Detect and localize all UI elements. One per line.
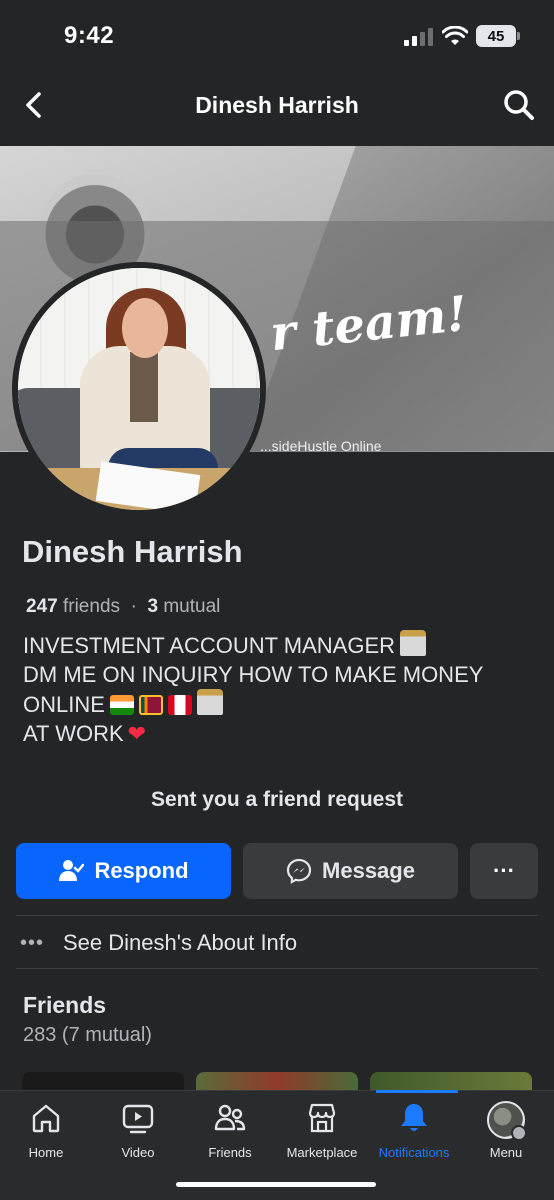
- respond-button[interactable]: Respond: [16, 843, 231, 899]
- tab-home-label: Home: [28, 1145, 64, 1160]
- avatar-photo: [18, 268, 260, 510]
- tab-video-label: Video: [121, 1145, 155, 1160]
- status-bar: 9:42 45: [0, 0, 554, 70]
- mutual-word: mutual: [163, 596, 221, 617]
- active-tab-indicator: [376, 1090, 458, 1093]
- profile-name: Dinesh Harrish: [22, 534, 243, 569]
- respond-label: Respond: [94, 858, 189, 883]
- video-icon: [122, 1104, 154, 1134]
- divider: [16, 968, 538, 969]
- friend-request-title: Sent you a friend request: [150, 788, 404, 811]
- home-icon: [32, 1104, 60, 1133]
- tab-marketplace-label: Marketplace: [286, 1145, 358, 1160]
- bio-line-4: AT WORK ❤: [23, 719, 533, 748]
- menu-avatar-icon: [487, 1101, 527, 1141]
- bio-line-3-text: ONLINE: [23, 692, 105, 717]
- avatar-shirt: [130, 352, 158, 422]
- more-options-button[interactable]: ···: [470, 843, 538, 899]
- search-icon[interactable]: [502, 88, 536, 122]
- canada-flag-icon: [167, 695, 192, 715]
- person-check-icon: [59, 860, 85, 881]
- bell-icon: [401, 1104, 427, 1131]
- message-label: Message: [322, 858, 415, 883]
- mutual-count: 3: [147, 596, 159, 617]
- sri-lanka-flag-icon: [138, 695, 163, 715]
- page-title: Dinesh Harrish: [195, 92, 359, 118]
- marketplace-icon: [308, 1103, 336, 1133]
- friends-summary[interactable]: 247 friends · 3 mutual: [26, 596, 220, 618]
- profile-avatar[interactable]: [12, 262, 266, 516]
- bio-line-2: DM ME ON INQUIRY HOW TO MAKE MONEY: [23, 662, 484, 687]
- divider: [16, 915, 538, 916]
- wifi-icon: [442, 26, 468, 45]
- more-options-icon: ···: [493, 858, 515, 883]
- tab-home[interactable]: Home: [0, 1101, 92, 1171]
- tab-friends-label: Friends: [208, 1145, 252, 1160]
- more-dots-icon: •••: [20, 931, 45, 954]
- status-time: 9:42: [64, 22, 115, 49]
- friends-icon: [214, 1104, 246, 1131]
- message-button[interactable]: Message: [243, 843, 458, 899]
- tab-notifications[interactable]: Notifications: [368, 1101, 460, 1171]
- tab-menu[interactable]: Menu: [460, 1101, 552, 1171]
- messenger-icon: [286, 858, 312, 884]
- friends-section-title: Friends: [23, 992, 107, 1018]
- battery-level: 45: [487, 27, 505, 45]
- india-flag-icon: [109, 695, 134, 715]
- about-info-label: See Dinesh's About Info: [63, 930, 298, 955]
- bio-line-1-text: INVESTMENT ACCOUNT MANAGER: [23, 633, 396, 658]
- bio-line-1: INVESTMENT ACCOUNT MANAGER: [23, 630, 533, 660]
- tab-notifications-label: Notifications: [378, 1145, 450, 1160]
- bio-line-4-text: AT WORK: [23, 721, 124, 746]
- tab-menu-label: Menu: [489, 1145, 523, 1160]
- friends-word: friends: [62, 596, 121, 617]
- separator-dot: ·: [130, 596, 137, 617]
- bank-emoji-icon: [400, 630, 427, 656]
- profile-bio: INVESTMENT ACCOUNT MANAGER DM ME ON INQU…: [23, 630, 533, 748]
- tab-marketplace[interactable]: Marketplace: [276, 1101, 368, 1171]
- friends-section-count: 283 (7 mutual): [23, 1024, 152, 1046]
- avatar-face: [122, 298, 168, 358]
- nav-header: Dinesh Harrish: [0, 70, 554, 140]
- tab-video[interactable]: Video: [92, 1101, 184, 1171]
- battery-icon: 45: [476, 25, 520, 47]
- menu-badge-icon: [511, 1125, 527, 1141]
- tab-friends[interactable]: Friends: [184, 1101, 276, 1171]
- cover-small-text: ...sideHustle Online: [260, 438, 382, 452]
- bio-line-3: ONLINE: [23, 689, 533, 719]
- heart-icon: ❤: [127, 721, 147, 746]
- bank-emoji-icon: [196, 689, 223, 715]
- home-indicator: [176, 1182, 376, 1187]
- about-info-row[interactable]: ••• See Dinesh's About Info: [0, 918, 554, 968]
- friends-count: 247: [26, 596, 58, 617]
- signal-icon: [404, 28, 433, 46]
